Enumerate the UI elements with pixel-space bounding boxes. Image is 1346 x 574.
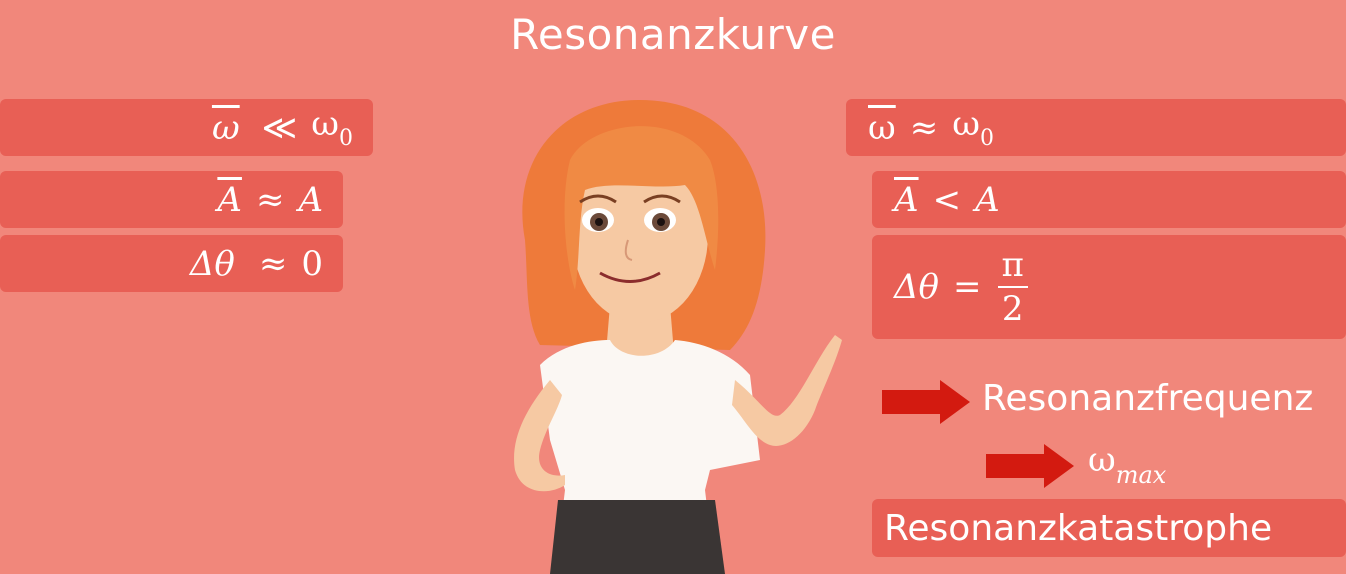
fraction-numerator: π (1001, 245, 1024, 285)
phase-shift: Δθ (189, 243, 235, 284)
relation-symbol: ≈ (255, 179, 285, 220)
omega-max: ωmax (1088, 440, 1167, 489)
phase-value: 0 (301, 243, 323, 284)
omega-zero: ω0 (311, 104, 353, 151)
page-title: Resonanzkurve (510, 10, 836, 59)
relation-symbol: < (932, 179, 962, 220)
right-row-amplitude: A < A (872, 171, 1346, 228)
phase-shift: Δθ (894, 267, 940, 307)
relation-symbol: ≈ (909, 107, 939, 148)
right-row-frequency: ω ≈ ω0 (846, 99, 1346, 156)
fraction-line (997, 286, 1028, 288)
arrow-right-icon (882, 380, 970, 424)
omega-zero: ω0 (952, 104, 994, 151)
relation-symbol: ≈ (258, 243, 288, 284)
left-row-phase: Δθ ≈ 0 (0, 235, 343, 292)
resonanzfrequenz-label: Resonanzfrequenz (982, 378, 1314, 419)
pi-half-fraction: π 2 (997, 245, 1028, 329)
arrow-right-icon (986, 444, 1074, 488)
left-row-amplitude: A ≈ A (0, 171, 343, 228)
relation-symbol: ≪ (261, 107, 298, 148)
amplitude-bar: A (894, 179, 919, 220)
right-row-phase: Δθ = π 2 (872, 235, 1346, 339)
relation-symbol: = (953, 267, 982, 307)
resonanzkatastrophe-label: Resonanzkatastrophe (884, 507, 1273, 549)
resonanzkatastrophe-box: Resonanzkatastrophe (872, 499, 1346, 557)
fraction-denominator: 2 (1001, 289, 1024, 329)
amplitude-bar: A (217, 179, 242, 220)
left-row-frequency: ω ≪ ω0 (0, 99, 373, 156)
amplitude: A (975, 179, 1000, 220)
amplitude: A (298, 179, 323, 220)
omega-bar: ω (211, 107, 240, 148)
omega-bar: ω (868, 107, 896, 148)
presenter-illustration (514, 100, 842, 574)
